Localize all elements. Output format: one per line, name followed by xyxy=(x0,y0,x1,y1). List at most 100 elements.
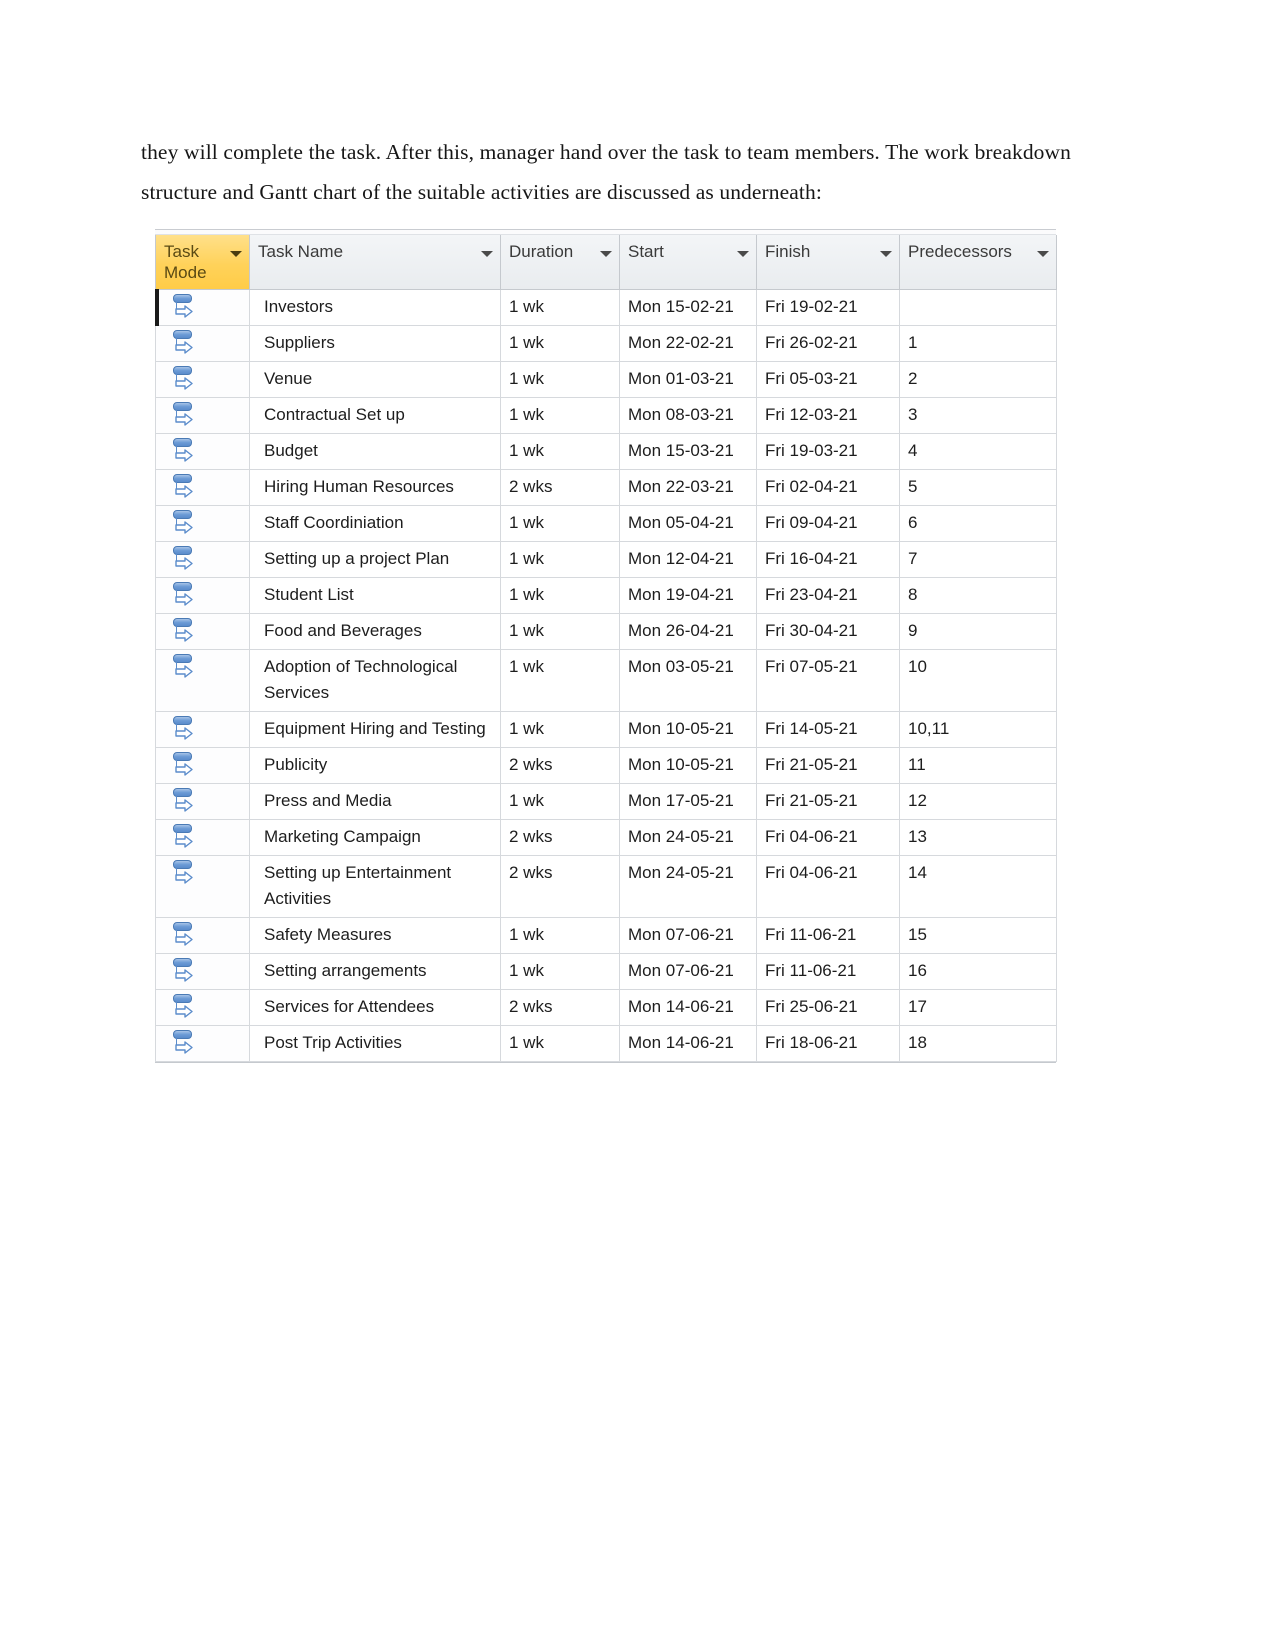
auto-scheduled-icon[interactable] xyxy=(172,823,198,849)
cell-duration[interactable]: 2 wks xyxy=(500,819,620,856)
table-row[interactable]: Hiring Human Resources 2 wks Mon 22-03-21 F… xyxy=(155,469,1057,506)
auto-scheduled-icon[interactable] xyxy=(172,921,198,947)
cell-duration[interactable]: 1 wk xyxy=(500,397,620,434)
cell-predecessors[interactable]: 8 xyxy=(899,577,1057,614)
auto-scheduled-icon[interactable] xyxy=(172,751,198,777)
cell-task-mode[interactable] xyxy=(155,325,250,362)
cell-start[interactable]: Mon 24-05-21 xyxy=(619,855,757,918)
auto-scheduled-icon[interactable] xyxy=(172,545,198,571)
cell-task-name[interactable]: Budget xyxy=(249,433,501,470)
auto-scheduled-icon[interactable] xyxy=(172,437,198,463)
cell-task-name[interactable]: Contractual Set up xyxy=(249,397,501,434)
cell-predecessors[interactable]: 12 xyxy=(899,783,1057,820)
cell-duration[interactable]: 1 wk xyxy=(500,577,620,614)
cell-task-name[interactable]: Investors xyxy=(249,289,501,326)
cell-finish[interactable]: Fri 25-06-21 xyxy=(756,989,900,1026)
cell-task-name[interactable]: Press and Media xyxy=(249,783,501,820)
cell-task-name[interactable]: Student List xyxy=(249,577,501,614)
auto-scheduled-icon[interactable] xyxy=(172,653,198,679)
table-row[interactable]: Equipment Hiring and Testing 1 wk Mon 10-0… xyxy=(155,711,1057,748)
auto-scheduled-icon[interactable] xyxy=(172,715,198,741)
column-header-task-mode[interactable]: Task Mode xyxy=(155,235,250,290)
table-row[interactable]: Venue 1 wk Mon 01-03-21 Fri 05-03-21 2 xyxy=(155,361,1057,398)
cell-finish[interactable]: Fri 21-05-21 xyxy=(756,747,900,784)
cell-task-name[interactable]: Safety Measures xyxy=(249,917,501,954)
cell-start[interactable]: Mon 14-06-21 xyxy=(619,1025,757,1062)
cell-start[interactable]: Mon 10-05-21 xyxy=(619,747,757,784)
filter-arrow-icon[interactable] xyxy=(230,251,242,257)
cell-duration[interactable]: 1 wk xyxy=(500,783,620,820)
cell-predecessors[interactable] xyxy=(899,289,1057,326)
auto-scheduled-icon[interactable] xyxy=(172,329,198,355)
table-row[interactable]: Press and Media 1 wk Mon 17-05-21 Fri 21-05… xyxy=(155,783,1057,820)
cell-task-name[interactable]: Marketing Campaign xyxy=(249,819,501,856)
cell-start[interactable]: Mon 03-05-21 xyxy=(619,649,757,712)
cell-finish[interactable]: Fri 02-04-21 xyxy=(756,469,900,506)
cell-start[interactable]: Mon 26-04-21 xyxy=(619,613,757,650)
filter-arrow-icon[interactable] xyxy=(880,251,892,257)
auto-scheduled-icon[interactable] xyxy=(172,581,198,607)
filter-arrow-icon[interactable] xyxy=(737,251,749,257)
filter-arrow-icon[interactable] xyxy=(1037,251,1049,257)
cell-predecessors[interactable]: 1 xyxy=(899,325,1057,362)
cell-task-mode[interactable] xyxy=(155,397,250,434)
cell-start[interactable]: Mon 22-02-21 xyxy=(619,325,757,362)
cell-finish[interactable]: Fri 11-06-21 xyxy=(756,917,900,954)
cell-task-name[interactable]: Suppliers xyxy=(249,325,501,362)
cell-duration[interactable]: 1 wk xyxy=(500,289,620,326)
cell-duration[interactable]: 2 wks xyxy=(500,469,620,506)
table-row[interactable]: Setting up Entertainment Activities 2 wks… xyxy=(155,855,1057,918)
cell-task-mode[interactable] xyxy=(155,577,250,614)
cell-duration[interactable]: 1 wk xyxy=(500,917,620,954)
cell-duration[interactable]: 1 wk xyxy=(500,649,620,712)
cell-task-name[interactable]: Setting up Entertainment Activities xyxy=(249,855,501,918)
cell-start[interactable]: Mon 12-04-21 xyxy=(619,541,757,578)
cell-duration[interactable]: 2 wks xyxy=(500,855,620,918)
cell-task-mode[interactable] xyxy=(155,917,250,954)
cell-duration[interactable]: 1 wk xyxy=(500,1025,620,1062)
cell-predecessors[interactable]: 3 xyxy=(899,397,1057,434)
cell-predecessors[interactable]: 10 xyxy=(899,649,1057,712)
cell-predecessors[interactable]: 10,11 xyxy=(899,711,1057,748)
table-row[interactable]: Suppliers 1 wk Mon 22-02-21 Fri 26-02-21 1 xyxy=(155,325,1057,362)
table-row[interactable]: Student List 1 wk Mon 19-04-21 Fri 23-04-21… xyxy=(155,577,1057,614)
table-row[interactable]: Food and Beverages 1 wk Mon 26-04-21 Fri 30… xyxy=(155,613,1057,650)
cell-start[interactable]: Mon 14-06-21 xyxy=(619,989,757,1026)
cell-task-mode[interactable] xyxy=(155,649,250,712)
table-row[interactable]: Adoption of Technological Services 1 wk Mo… xyxy=(155,649,1057,712)
cell-finish[interactable]: Fri 12-03-21 xyxy=(756,397,900,434)
cell-finish[interactable]: Fri 18-06-21 xyxy=(756,1025,900,1062)
cell-duration[interactable]: 1 wk xyxy=(500,361,620,398)
table-row[interactable]: Staff Coordiniation 1 wk Mon 05-04-21 Fri 0… xyxy=(155,505,1057,542)
cell-task-mode[interactable] xyxy=(155,819,250,856)
cell-task-mode[interactable] xyxy=(155,747,250,784)
cell-finish[interactable]: Fri 07-05-21 xyxy=(756,649,900,712)
cell-finish[interactable]: Fri 23-04-21 xyxy=(756,577,900,614)
table-row[interactable]: Investors 1 wk Mon 15-02-21 Fri 19-02-21 xyxy=(155,289,1057,326)
cell-finish[interactable]: Fri 30-04-21 xyxy=(756,613,900,650)
column-header-duration[interactable]: Duration xyxy=(500,235,620,290)
auto-scheduled-icon[interactable] xyxy=(172,1029,198,1055)
cell-start[interactable]: Mon 07-06-21 xyxy=(619,953,757,990)
cell-finish[interactable]: Fri 04-06-21 xyxy=(756,855,900,918)
cell-duration[interactable]: 1 wk xyxy=(500,711,620,748)
cell-task-name[interactable]: Setting arrangements xyxy=(249,953,501,990)
cell-task-mode[interactable] xyxy=(155,613,250,650)
table-row[interactable]: Safety Measures 1 wk Mon 07-06-21 Fri 11-06… xyxy=(155,917,1057,954)
cell-task-name[interactable]: Equipment Hiring and Testing xyxy=(249,711,501,748)
cell-predecessors[interactable]: 11 xyxy=(899,747,1057,784)
cell-task-mode[interactable] xyxy=(155,433,250,470)
cell-predecessors[interactable]: 7 xyxy=(899,541,1057,578)
cell-finish[interactable]: Fri 11-06-21 xyxy=(756,953,900,990)
table-row[interactable]: Marketing Campaign 2 wks Mon 24-05-21 Fri 0… xyxy=(155,819,1057,856)
cell-task-mode[interactable] xyxy=(155,989,250,1026)
cell-duration[interactable]: 2 wks xyxy=(500,989,620,1026)
cell-predecessors[interactable]: 17 xyxy=(899,989,1057,1026)
cell-start[interactable]: Mon 19-04-21 xyxy=(619,577,757,614)
cell-predecessors[interactable]: 4 xyxy=(899,433,1057,470)
cell-predecessors[interactable]: 18 xyxy=(899,1025,1057,1062)
auto-scheduled-icon[interactable] xyxy=(172,401,198,427)
cell-duration[interactable]: 1 wk xyxy=(500,325,620,362)
column-header-predecessors[interactable]: Predecessors xyxy=(899,235,1057,290)
cell-start[interactable]: Mon 05-04-21 xyxy=(619,505,757,542)
